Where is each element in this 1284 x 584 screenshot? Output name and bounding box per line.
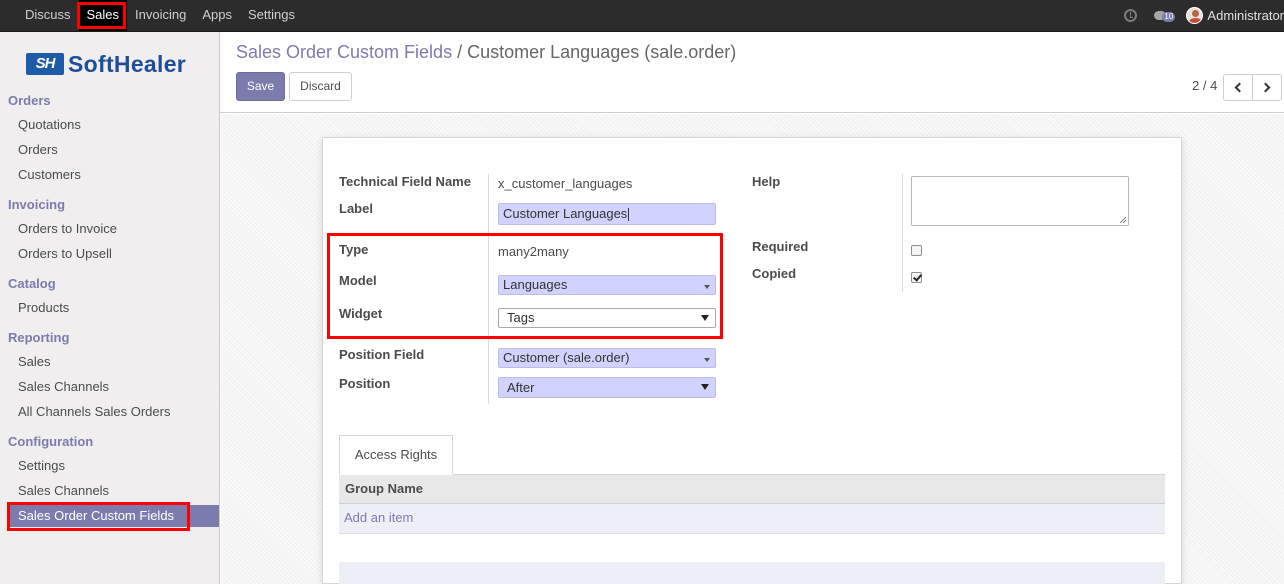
technical-field-name-label: Technical Field Name bbox=[339, 174, 471, 189]
help-textarea[interactable] bbox=[911, 176, 1129, 226]
column-group-name[interactable]: Group Name bbox=[345, 481, 423, 496]
sidebar-section-invoicing: Invoicing bbox=[8, 197, 66, 212]
user-menu[interactable]: Administrator bbox=[1207, 8, 1284, 23]
logo-mark: SH bbox=[26, 53, 64, 75]
sidebar-section-reporting: Reporting bbox=[8, 330, 70, 345]
sidebar-item-customers[interactable]: Customers bbox=[18, 167, 81, 182]
table-footer bbox=[339, 562, 1165, 584]
label-field-label: Label bbox=[339, 201, 373, 216]
breadcrumb: Sales Order Custom Fields / Customer Lan… bbox=[236, 42, 736, 63]
app-menu: Discuss Sales Invoicing Apps Settings bbox=[17, 0, 303, 31]
user-avatar[interactable] bbox=[1186, 7, 1204, 24]
sidebar-section-catalog: Catalog bbox=[8, 276, 56, 291]
pager-previous-button[interactable] bbox=[1223, 74, 1253, 101]
notification-badge: 10 bbox=[1162, 12, 1176, 22]
menu-settings[interactable]: Settings bbox=[240, 0, 303, 31]
menu-invoicing[interactable]: Invoicing bbox=[127, 0, 194, 31]
breadcrumb-current: Customer Languages (sale.order) bbox=[467, 42, 737, 62]
position-field-select[interactable]: Customer (sale.order) bbox=[498, 348, 716, 368]
text-caret bbox=[628, 208, 630, 222]
position-dropdown-icon bbox=[701, 384, 709, 390]
chevron-left-icon bbox=[1234, 82, 1245, 93]
sidebar-item-products[interactable]: Products bbox=[18, 300, 69, 315]
tab-access-rights[interactable]: Access Rights bbox=[339, 435, 453, 475]
type-model-widget-highlight-box bbox=[327, 233, 723, 339]
right-group-divider bbox=[902, 174, 903, 292]
position-label: Position bbox=[339, 376, 391, 391]
sidebar-item-settings[interactable]: Settings bbox=[18, 458, 65, 473]
discard-button[interactable]: Discard bbox=[289, 72, 352, 101]
table-add-row: Add an item bbox=[339, 504, 1165, 534]
company-logo: SH SoftHealer bbox=[26, 50, 186, 78]
sidebar-item-quotations[interactable]: Quotations bbox=[18, 117, 81, 132]
sidebar-section-configuration: Configuration bbox=[8, 434, 94, 449]
sidebar-item-sales-channels[interactable]: Sales Channels bbox=[18, 379, 109, 394]
systray: 10 Administrator bbox=[1124, 0, 1284, 31]
pager-next-button[interactable] bbox=[1252, 74, 1282, 101]
sidebar-item-all-channels-sales-orders[interactable]: All Channels Sales Orders bbox=[18, 404, 170, 419]
copied-checkbox[interactable] bbox=[911, 272, 922, 283]
table-header: Group Name bbox=[339, 475, 1165, 504]
technical-field-name-value: x_customer_languages bbox=[498, 176, 633, 191]
top-navbar: Discuss Sales Invoicing Apps Settings 10… bbox=[0, 0, 1284, 32]
help-label: Help bbox=[752, 174, 781, 189]
sidebar-item-orders[interactable]: Orders bbox=[18, 142, 58, 157]
control-panel: Sales Order Custom Fields / Customer Lan… bbox=[220, 32, 1284, 113]
position-field-label: Position Field bbox=[339, 347, 425, 362]
sidebar-item-sales[interactable]: Sales bbox=[18, 354, 51, 369]
save-button[interactable]: Save bbox=[236, 72, 285, 101]
breadcrumb-separator: / bbox=[457, 42, 463, 62]
copied-label: Copied bbox=[752, 266, 797, 281]
sidebar-item-orders-to-invoice[interactable]: Orders to Invoice bbox=[18, 221, 117, 236]
custom-fields-highlight-box bbox=[7, 502, 190, 531]
breadcrumb-parent-link[interactable]: Sales Order Custom Fields bbox=[236, 42, 452, 62]
sales-menu-highlight-box bbox=[77, 2, 126, 29]
label-input[interactable]: Customer Languages bbox=[498, 203, 716, 225]
position-field-dropdown-icon bbox=[704, 358, 710, 362]
menu-discuss[interactable]: Discuss bbox=[17, 0, 79, 31]
sidebar-item-config-sales-channels[interactable]: Sales Channels bbox=[18, 483, 109, 498]
add-item-link[interactable]: Add an item bbox=[344, 510, 413, 525]
pager-value[interactable]: 2 / 4 bbox=[1192, 78, 1217, 93]
position-select-value: After bbox=[507, 380, 535, 395]
chevron-right-icon bbox=[1260, 82, 1271, 93]
menu-apps[interactable]: Apps bbox=[194, 0, 240, 31]
logo-word: SoftHealer bbox=[68, 50, 187, 77]
position-field-select-value: Customer (sale.order) bbox=[503, 350, 630, 365]
messaging-icon[interactable]: 10 bbox=[1154, 9, 1176, 22]
required-checkbox[interactable] bbox=[911, 245, 922, 256]
required-label: Required bbox=[752, 239, 809, 254]
position-select[interactable]: After bbox=[498, 377, 716, 398]
activity-clock-icon[interactable] bbox=[1124, 9, 1138, 22]
label-input-value: Customer Languages bbox=[503, 206, 628, 221]
sidebar-section-orders: Orders bbox=[8, 93, 51, 108]
sidebar-item-orders-to-upsell[interactable]: Orders to Upsell bbox=[18, 246, 112, 261]
